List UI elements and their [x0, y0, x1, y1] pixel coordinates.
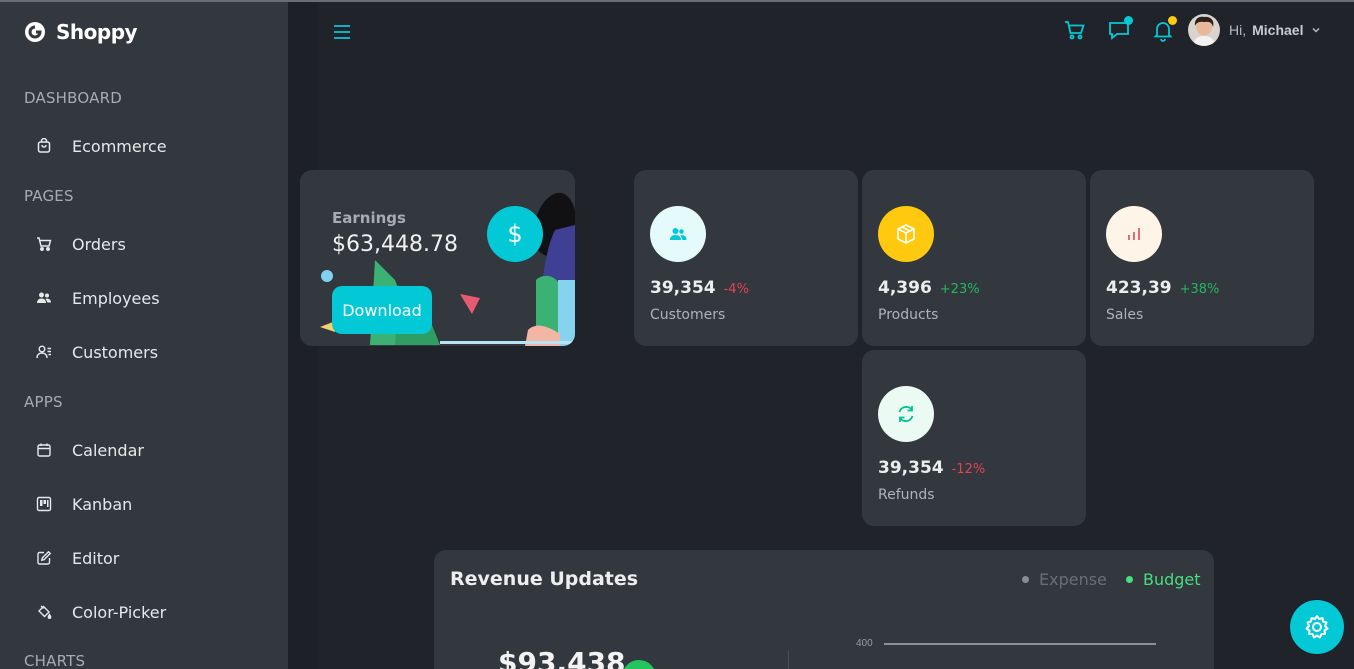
cart-button[interactable] [1063, 18, 1087, 47]
chart-gridline [884, 643, 1156, 645]
people-icon [37, 292, 51, 303]
stat-label: Sales [1106, 307, 1144, 323]
legend-expense[interactable]: Expense [1022, 570, 1107, 589]
username: Michael [1252, 22, 1304, 38]
revenue-change-badge [622, 660, 656, 669]
sidebar-item-label: Color-Picker [72, 602, 167, 622]
sidebar-item-label: Customers [72, 342, 159, 362]
stat-value: 4,396 [878, 278, 932, 298]
legend-label-budget: Budget [1143, 570, 1201, 589]
earnings-title: Earnings [332, 209, 406, 227]
sidebar-item-kanban[interactable]: Kanban [24, 486, 264, 522]
refresh-icon [898, 406, 914, 422]
greeting-text: Hi, [1229, 22, 1247, 38]
sidebar-item-label: Employees [72, 288, 160, 308]
shoppy-logo-icon [25, 22, 45, 42]
stat-percent: -4% [723, 282, 749, 297]
earnings-card: Earnings $63,448.78 $ Download [300, 170, 575, 346]
dollar-icon[interactable]: $ [487, 206, 543, 262]
sidebar-item-ecommerce[interactable]: Ecommerce [24, 128, 264, 164]
box-icon [897, 224, 915, 244]
stat-card-customers: 39,354 -4% Customers [634, 170, 858, 346]
window-top-border [0, 0, 1354, 2]
legend-dot-budget [1126, 576, 1133, 583]
gear-icon [1305, 615, 1329, 639]
stat-card-refunds: 39,354 -12% Refunds [862, 350, 1086, 526]
stat-card-products: 4,396 +23% Products [862, 170, 1086, 346]
settings-button[interactable] [1290, 600, 1344, 654]
calendar-icon [37, 443, 51, 457]
brand-name: Shoppy [56, 20, 138, 44]
customers-icon [36, 345, 51, 359]
paint-bucket-icon [38, 605, 52, 619]
stat-icon-button[interactable] [878, 206, 934, 262]
section-apps: APPS [24, 393, 63, 411]
stat-value: 39,354 [650, 278, 716, 298]
stat-percent: +23% [939, 282, 980, 297]
sidebar-item-editor[interactable]: Editor [24, 540, 264, 576]
download-button[interactable]: Download [332, 286, 432, 334]
revenue-amount: $93,438 [498, 646, 626, 669]
revenue-divider [788, 650, 789, 669]
sidebar-item-color-picker[interactable]: Color-Picker [24, 594, 264, 630]
section-dashboard: DASHBOARD [24, 89, 122, 107]
revenue-title: Revenue Updates [450, 568, 639, 590]
sidebar-item-label: Orders [72, 234, 126, 254]
sidebar-item-label: Editor [72, 548, 120, 568]
shopping-bag-icon [37, 138, 51, 153]
stat-label: Products [878, 307, 939, 323]
stat-icon-button[interactable] [878, 386, 934, 442]
y-tick-label: 400 [856, 638, 873, 649]
sidebar: Shoppy DASHBOARD Ecommerce PAGES Orders … [0, 0, 288, 669]
stat-value: 423,39 [1106, 278, 1172, 298]
sidebar-item-orders[interactable]: Orders [24, 226, 264, 262]
menu-toggle-button[interactable] [330, 20, 354, 49]
chevron-down-icon [1312, 27, 1321, 33]
notifications-button[interactable] [1151, 16, 1177, 47]
stat-percent: -12% [951, 462, 986, 477]
stat-icon-button[interactable] [1106, 206, 1162, 262]
brand-logo[interactable]: Shoppy [24, 20, 138, 44]
stat-icon-button[interactable] [650, 206, 706, 262]
cart-icon [37, 237, 52, 251]
dollar-symbol: $ [507, 220, 523, 248]
bar-chart-icon [1128, 228, 1140, 240]
legend-label-expense: Expense [1039, 570, 1107, 589]
bell-notification-dot [1168, 16, 1177, 25]
sidebar-item-label: Calendar [72, 440, 144, 460]
customers-icon [670, 228, 687, 240]
kanban-icon [36, 496, 52, 512]
cart-icon [1065, 21, 1085, 40]
stat-label: Customers [650, 307, 726, 323]
legend-budget[interactable]: Budget [1126, 570, 1201, 589]
earnings-value: $63,448.78 [332, 232, 458, 257]
menu-icon [334, 25, 350, 39]
chat-button[interactable] [1107, 16, 1133, 47]
user-profile-menu[interactable]: Hi, Michael [1188, 14, 1321, 46]
sidebar-item-employees[interactable]: Employees [24, 280, 264, 316]
chat-notification-dot [1124, 16, 1133, 25]
sidebar-item-calendar[interactable]: Calendar [24, 432, 264, 468]
avatar [1188, 14, 1220, 46]
section-charts: CHARTS [24, 652, 86, 669]
revenue-updates-card: Revenue Updates Expense Budget $93,438 4… [434, 550, 1214, 669]
sidebar-item-label: Kanban [72, 494, 133, 514]
stat-label: Refunds [878, 487, 935, 503]
section-pages: PAGES [24, 187, 74, 205]
stat-value: 39,354 [878, 458, 944, 478]
sidebar-item-label: Ecommerce [72, 136, 167, 156]
stat-percent: +38% [1179, 282, 1220, 297]
legend-dot-expense [1022, 576, 1029, 583]
sidebar-item-customers[interactable]: Customers [24, 334, 264, 370]
stat-card-sales: 423,39 +38% Sales [1090, 170, 1314, 346]
editor-icon [37, 550, 52, 565]
